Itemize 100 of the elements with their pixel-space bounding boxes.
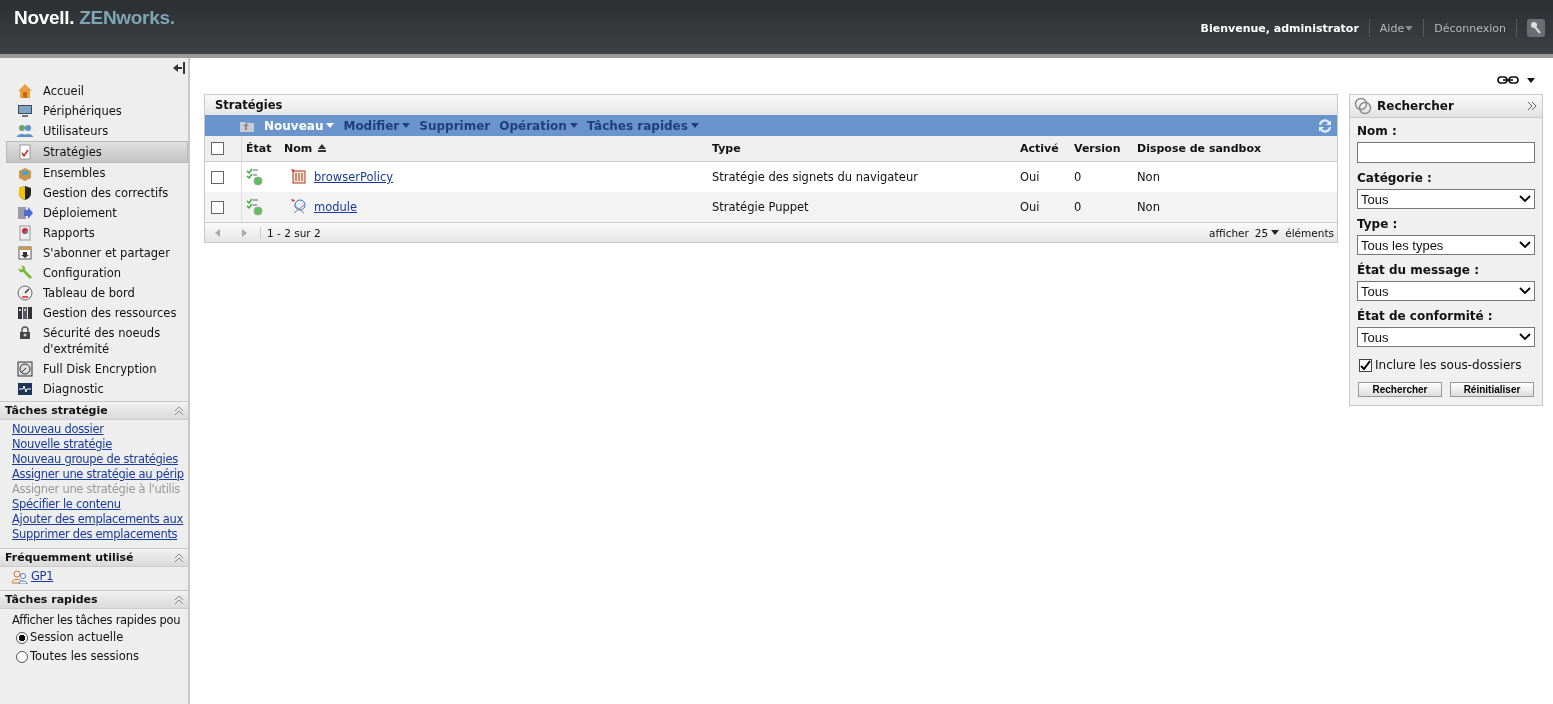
page-size-label: afficher xyxy=(1209,226,1249,239)
header-link[interactable]: Déconnexion xyxy=(1434,21,1506,35)
search-icon xyxy=(1354,97,1372,115)
task-link[interactable]: Nouveau dossier xyxy=(12,422,104,437)
nav-item[interactable]: Sécurité des noeuds d'extrémité xyxy=(0,323,188,359)
caret-icon xyxy=(326,123,335,128)
column-header[interactable]: Activé xyxy=(1016,136,1070,162)
caret-icon xyxy=(569,123,578,128)
nav-item[interactable]: Accueil xyxy=(0,81,188,101)
nav-item[interactable]: Gestion des ressources xyxy=(0,303,188,323)
nav-icon xyxy=(17,225,33,241)
column-header[interactable]: Dispose de sandbox xyxy=(1133,136,1337,162)
search-title: Rechercher xyxy=(1377,99,1454,113)
table-cell: Oui xyxy=(1016,161,1070,192)
nav-icon xyxy=(17,305,33,321)
caret-icon xyxy=(1271,230,1280,235)
table-cell: 0 xyxy=(1070,161,1133,192)
nav-item[interactable]: Stratégies xyxy=(6,141,188,163)
collapse-icon[interactable] xyxy=(172,61,186,75)
nav-item[interactable]: Tableau de bord xyxy=(0,283,188,303)
search-form-button[interactable]: Réinitialiser xyxy=(1450,382,1534,397)
section-title: Tâches stratégie xyxy=(5,404,108,417)
radio-option[interactable]: Session actuelle xyxy=(16,628,188,647)
task-link[interactable]: Spécifier le contenu xyxy=(12,497,121,512)
policy-icon xyxy=(290,198,308,216)
subfolders-checkbox[interactable]: Inclure les sous-dossiers xyxy=(1359,358,1535,372)
status-icon xyxy=(246,168,264,186)
nav-item[interactable]: Utilisateurs xyxy=(0,121,188,141)
nav-item[interactable]: Full Disk Encryption xyxy=(0,359,188,379)
section-text: Afficher les tâches rapides pou xyxy=(12,613,182,628)
dropdown[interactable]: Tous xyxy=(1357,327,1535,347)
nav-icon xyxy=(17,165,33,181)
nav-item[interactable]: Ensembles xyxy=(0,163,188,183)
select-all-checkbox[interactable] xyxy=(211,142,224,155)
table-cell: Stratégie Puppet xyxy=(708,192,1016,222)
caret-icon[interactable] xyxy=(1527,77,1535,83)
nav-icon xyxy=(17,144,33,160)
radio-option[interactable]: Toutes les sessions xyxy=(16,647,188,666)
dropdown[interactable]: Tous xyxy=(1357,281,1535,301)
nav-icon xyxy=(17,205,33,221)
table-cell: Non xyxy=(1133,161,1337,192)
product-logo: ZENworks. xyxy=(79,7,175,28)
task-link[interactable]: Supprimer des emplacements xyxy=(12,527,178,542)
nav-item[interactable]: S'abonner et partager xyxy=(0,243,188,263)
refresh-icon[interactable] xyxy=(1317,117,1333,134)
chevron-icon xyxy=(1519,333,1531,341)
header-link[interactable]: Aide xyxy=(1379,21,1414,35)
name-field[interactable] xyxy=(1357,142,1535,163)
nav-item[interactable]: Périphériques xyxy=(0,101,188,121)
nav-icon xyxy=(17,83,33,99)
nav-icon xyxy=(17,123,33,139)
chevron-icon xyxy=(1519,241,1531,249)
nav-icon xyxy=(17,361,33,377)
brand-logo: Novell. xyxy=(14,7,75,28)
column-header[interactable]: Type xyxy=(708,136,1016,162)
field-label: Type : xyxy=(1357,217,1399,231)
page-range: 1 - 2 sur 2 xyxy=(260,226,321,239)
task-link[interactable]: Ajouter des emplacements aux xyxy=(12,512,184,527)
task-link[interactable]: GP1 xyxy=(31,569,54,584)
check-icon xyxy=(1360,359,1371,371)
task-link[interactable]: Nouvelle stratégie xyxy=(12,437,112,452)
policy-icon xyxy=(290,168,308,186)
welcome-text: Bienvenue, administrator xyxy=(1200,21,1359,35)
column-header[interactable]: État xyxy=(241,136,280,162)
table-cell: Oui xyxy=(1016,192,1070,222)
panel-title: Stratégies xyxy=(205,95,1337,115)
nav-item[interactable]: Configuration xyxy=(0,263,188,283)
task-link: Assigner une stratégie à l'utilis xyxy=(12,482,181,497)
table-cell: Non xyxy=(1133,192,1337,222)
policy-link[interactable]: browserPolicy xyxy=(314,170,394,184)
section-title: Fréquemment utilisé xyxy=(5,551,134,564)
nav-item[interactable]: Déploiement xyxy=(0,203,188,223)
search-form-button[interactable]: Rechercher xyxy=(1358,382,1442,397)
task-link[interactable]: Nouveau groupe de stratégies xyxy=(12,452,178,467)
policy-link[interactable]: module xyxy=(314,200,358,214)
chevron-icon xyxy=(1519,287,1531,295)
section-title: Tâches rapides xyxy=(5,593,98,606)
status-icon xyxy=(246,198,264,216)
column-header[interactable]: Nom xyxy=(280,136,708,162)
task-link[interactable]: Assigner une stratégie au périp xyxy=(12,467,184,482)
nav-icon xyxy=(17,103,33,119)
dropdown[interactable]: Tous les types xyxy=(1357,235,1535,255)
link-icon[interactable] xyxy=(1497,75,1519,85)
key-icon[interactable] xyxy=(1527,19,1545,37)
page-size-dropdown[interactable]: 25 xyxy=(1254,226,1280,239)
nav-icon xyxy=(17,381,33,397)
column-header[interactable]: Version xyxy=(1070,136,1133,162)
nav-icon xyxy=(17,265,33,281)
caret-icon xyxy=(402,123,411,128)
nav-item[interactable]: Gestion des correctifs xyxy=(0,183,188,203)
nav-icon xyxy=(17,245,33,261)
users-icon xyxy=(12,569,28,584)
row-checkbox[interactable] xyxy=(211,170,224,184)
expand-icon[interactable] xyxy=(1526,100,1538,112)
row-checkbox[interactable] xyxy=(211,200,224,214)
nav-item[interactable]: Rapports xyxy=(0,223,188,243)
dropdown[interactable]: Tous xyxy=(1357,189,1535,209)
nav-item[interactable]: Diagnostic xyxy=(0,379,188,399)
field-label: État de conformité : xyxy=(1357,309,1494,323)
sort-ascending-icon xyxy=(318,144,327,152)
